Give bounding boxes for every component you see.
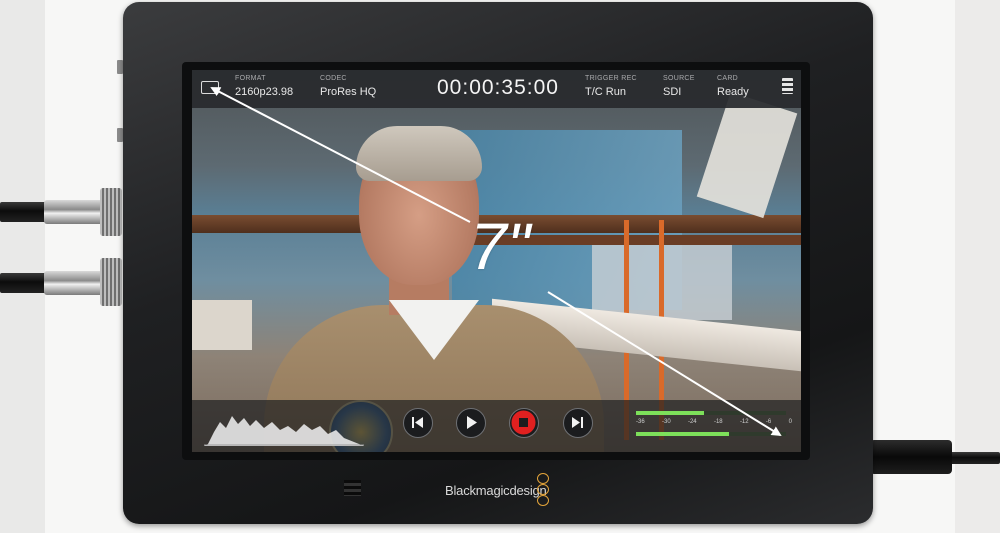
skip-forward-icon: [572, 417, 583, 428]
bnc-connector-bottom: [44, 271, 104, 295]
source-label: SOURCE: [663, 75, 695, 82]
trigger-rec-value[interactable]: T/C Run: [585, 86, 626, 98]
meter-tick: -30: [661, 419, 671, 425]
audio-meter-track-2: [636, 432, 786, 436]
presenter-hair: [356, 126, 482, 181]
card-value[interactable]: Ready: [717, 86, 749, 98]
hangar-white-part-left: [192, 300, 252, 350]
meter-tick: -36: [636, 419, 645, 425]
skip-back-button[interactable]: [403, 408, 433, 438]
format-label: FORMAT: [235, 75, 266, 82]
meter-tick: 0: [788, 419, 792, 425]
storage-card-icon[interactable]: [201, 81, 219, 94]
bnc-ring-top: [100, 188, 122, 236]
codec-value[interactable]: ProRes HQ: [320, 86, 376, 98]
meter-tick: -24: [687, 419, 697, 425]
settings-menu-icon[interactable]: [782, 78, 793, 94]
audio-meter-level-1: [636, 411, 704, 415]
play-button[interactable]: [456, 408, 486, 438]
background-left: [0, 0, 45, 533]
blackmagic-logo-icon: [537, 473, 549, 507]
skip-forward-button[interactable]: [563, 408, 593, 438]
record-button[interactable]: [509, 408, 539, 438]
source-value[interactable]: SDI: [663, 86, 681, 98]
histogram-curve: [204, 416, 364, 446]
trigger-rec-label: TRIGGER REC: [585, 75, 637, 82]
sdi-cable-top: [0, 202, 48, 222]
meter-tick: -6: [765, 419, 772, 425]
format-value[interactable]: 2160p23.98: [235, 86, 293, 98]
screen-size-label: 7": [470, 209, 531, 283]
play-icon: [467, 416, 477, 429]
meter-tick: -18: [713, 419, 723, 425]
audio-meter-level-2: [636, 432, 729, 436]
card-label: CARD: [717, 75, 739, 82]
record-stop-icon: [511, 410, 536, 435]
meter-tick: -12: [739, 419, 749, 425]
power-connector: [870, 440, 952, 474]
timecode-display[interactable]: 00:00:35:00: [437, 76, 559, 100]
audio-meter-scale: -36 -30 -24 -18 -12 -6 0: [636, 419, 792, 429]
audio-meter-track-1: [636, 411, 786, 415]
skip-back-icon: [412, 417, 423, 428]
codec-label: CODEC: [320, 75, 347, 82]
audio-meter[interactable]: -36 -30 -24 -18 -12 -6 0: [630, 405, 795, 443]
sdi-cable-bottom: [0, 273, 48, 293]
speaker-grille-icon: [344, 480, 361, 496]
power-cable: [948, 452, 1000, 464]
brand-wordmark: Blackmagicdesign: [445, 483, 547, 498]
bnc-ring-bottom: [100, 258, 122, 306]
histogram: [204, 416, 364, 446]
bnc-connector-top: [44, 200, 104, 224]
